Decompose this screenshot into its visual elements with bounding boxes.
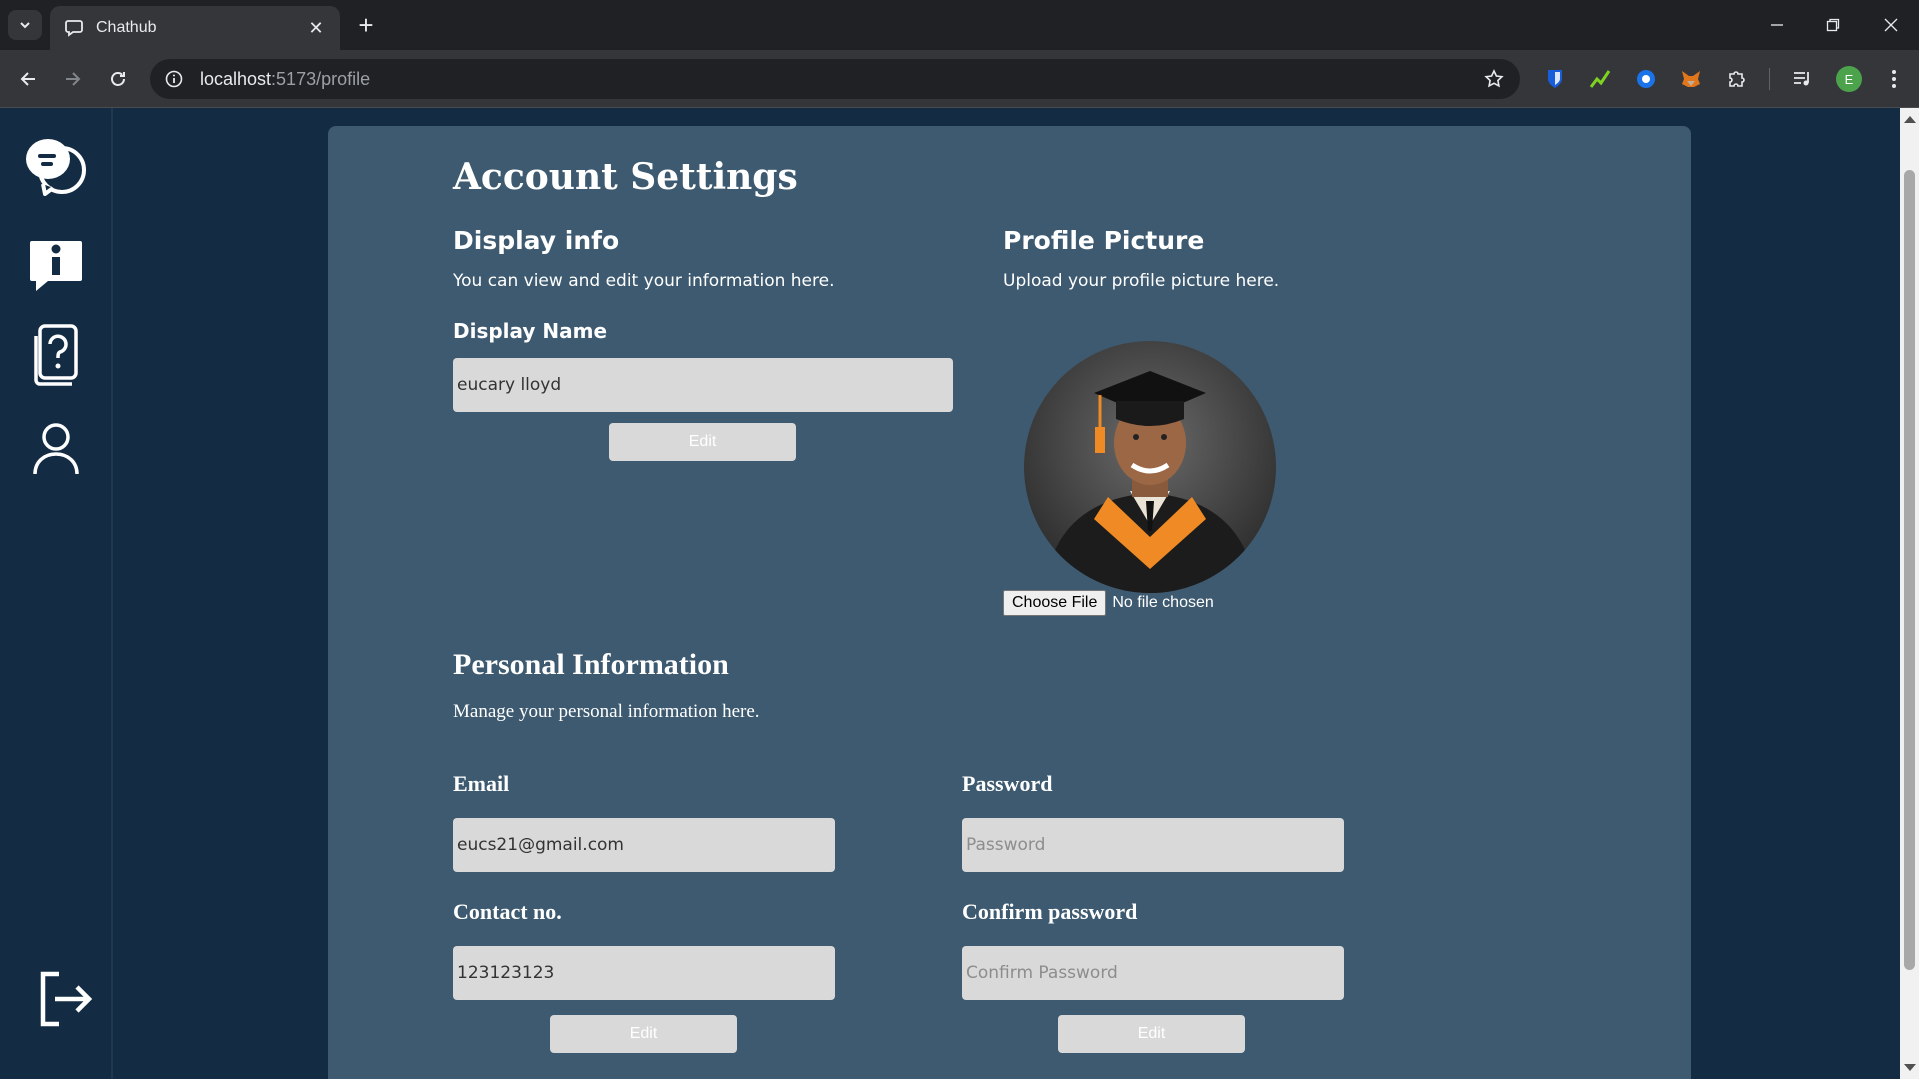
info-icon xyxy=(30,241,82,291)
sidebar-item-help[interactable] xyxy=(21,320,91,390)
scroll-up-arrow-icon[interactable] xyxy=(1904,116,1916,123)
scrollbar-thumb[interactable] xyxy=(1904,170,1915,970)
site-info-icon[interactable] xyxy=(162,67,186,91)
profile-avatar[interactable]: E xyxy=(1836,66,1862,92)
password-edit-button[interactable]: Edit xyxy=(1058,1015,1245,1053)
bitwarden-extension-icon[interactable] xyxy=(1541,65,1569,93)
extensions-puzzle-icon[interactable] xyxy=(1722,65,1750,93)
url-path: :5173/profile xyxy=(271,68,371,89)
contact-label: Contact no. xyxy=(453,899,562,924)
app-root: Account Settings Display info You can vi… xyxy=(0,108,1900,1079)
confirm-password-input[interactable] xyxy=(962,946,1344,1000)
display-name-label: Display Name xyxy=(453,319,608,343)
file-status-text: No file chosen xyxy=(1112,594,1214,611)
metamask-fox-icon[interactable] xyxy=(1677,65,1705,93)
minimize-button[interactable] xyxy=(1762,12,1792,38)
reload-button[interactable] xyxy=(103,64,133,94)
record-extension-icon[interactable] xyxy=(1632,65,1660,93)
toolbar-separator xyxy=(1769,68,1770,90)
display-info-description: You can view and edit your information h… xyxy=(453,271,835,291)
logout-icon xyxy=(40,971,93,1027)
display-name-input[interactable] xyxy=(453,358,953,412)
tab-search-button[interactable] xyxy=(8,10,42,40)
account-settings-card: Account Settings Display info You can vi… xyxy=(328,126,1691,1079)
chart-extension-icon[interactable] xyxy=(1586,65,1614,93)
url-text: localhost:5173/profile xyxy=(200,69,370,90)
contact-input[interactable] xyxy=(453,946,835,1000)
personal-info-description: Manage your personal information here. xyxy=(453,701,760,722)
media-controls-icon[interactable] xyxy=(1788,65,1816,93)
browser-menu-icon[interactable] xyxy=(1882,65,1906,93)
chat-favicon-icon xyxy=(64,17,86,39)
profile-picture-description: Upload your profile picture here. xyxy=(1003,271,1280,291)
confirm-password-label: Confirm password xyxy=(962,899,1138,924)
close-icon xyxy=(1884,18,1898,32)
url-host: localhost xyxy=(200,68,272,89)
page-scrollbar[interactable] xyxy=(1900,108,1919,1079)
personal-info-edit-button[interactable]: Edit xyxy=(550,1015,737,1053)
choose-file-button[interactable]: Choose File xyxy=(1003,590,1107,616)
file-upload: Choose File No file chosen xyxy=(1003,590,1214,616)
chevron-down-icon xyxy=(20,22,30,29)
sidebar-item-info[interactable] xyxy=(21,230,91,300)
arrow-right-icon xyxy=(66,72,81,86)
profile-picture-avatar xyxy=(1024,341,1276,593)
reload-icon xyxy=(111,72,125,86)
restore-button[interactable] xyxy=(1818,12,1848,38)
help-cards-icon xyxy=(34,324,78,386)
password-label: Password xyxy=(962,771,1053,796)
email-label: Email xyxy=(453,771,510,796)
display-name-edit-button[interactable]: Edit xyxy=(609,423,796,461)
user-icon xyxy=(33,423,79,475)
page-title: Account Settings xyxy=(453,156,798,198)
address-bar[interactable]: localhost:5173/profile xyxy=(150,59,1520,99)
sidebar-item-profile[interactable] xyxy=(21,414,91,484)
arrow-left-icon xyxy=(20,72,35,86)
bookmark-star-icon[interactable] xyxy=(1482,67,1506,91)
sidebar-item-logout[interactable] xyxy=(30,964,100,1034)
scroll-down-arrow-icon[interactable] xyxy=(1904,1064,1916,1071)
password-input[interactable] xyxy=(962,818,1344,872)
chat-bubble-icon xyxy=(26,139,86,196)
profile-picture-heading: Profile Picture xyxy=(1003,226,1205,255)
back-button[interactable] xyxy=(13,64,43,94)
tab-title: Chathub xyxy=(96,19,157,36)
minimize-icon xyxy=(1771,24,1783,26)
sidebar xyxy=(0,108,113,1079)
close-tab-icon[interactable]: ✕ xyxy=(304,16,328,40)
browser-tab-bar: Chathub ✕ + xyxy=(0,0,1919,50)
personal-info-heading: Personal Information xyxy=(453,648,729,681)
email-input[interactable] xyxy=(453,818,835,872)
new-tab-button[interactable]: + xyxy=(352,12,380,40)
forward-button[interactable] xyxy=(58,64,88,94)
restore-icon xyxy=(1826,18,1840,32)
browser-tab-chathub[interactable]: Chathub ✕ xyxy=(50,6,340,50)
sidebar-item-chat[interactable] xyxy=(21,130,91,200)
display-info-heading: Display info xyxy=(453,226,620,255)
close-window-button[interactable] xyxy=(1876,12,1906,38)
